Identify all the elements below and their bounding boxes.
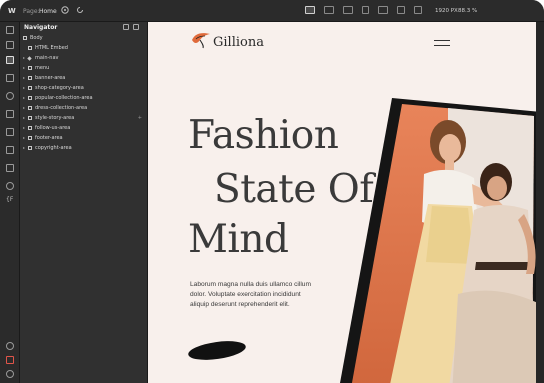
hero-image: [328, 94, 536, 383]
div-block-icon: [28, 106, 32, 110]
desktop-breakpoint-icon[interactable]: [305, 6, 315, 14]
chevron-right-icon[interactable]: ▸: [23, 103, 27, 113]
div-block-icon: [28, 86, 32, 90]
chevron-right-icon[interactable]: ▸: [23, 133, 27, 143]
page-selector[interactable]: Home: [39, 8, 57, 15]
mobile-portrait-icon[interactable]: [414, 6, 422, 14]
chevron-right-icon[interactable]: ▸: [23, 143, 27, 153]
chevron-right-icon[interactable]: ▸: [23, 93, 27, 103]
chevron-right-icon[interactable]: ▸: [23, 63, 27, 73]
div-block-icon: [28, 136, 32, 140]
page-label: Page:: [23, 8, 40, 15]
div-block-icon: [28, 126, 32, 130]
refresh-icon[interactable]: [76, 6, 84, 14]
div-block-icon: [28, 96, 32, 100]
tree-item-shop-category-area[interactable]: ▸ shop-category-area: [20, 83, 148, 93]
components-icon[interactable]: [6, 41, 14, 49]
chevron-right-icon[interactable]: ▸: [23, 73, 27, 83]
hero-heading-line-2[interactable]: State Of: [214, 170, 374, 209]
styles-icon[interactable]: [6, 164, 14, 172]
chevron-right-icon[interactable]: ▸: [23, 113, 27, 123]
large-breakpoint-icon[interactable]: [324, 6, 334, 14]
navigator-icon[interactable]: [6, 56, 14, 64]
laptop-breakpoint-icon[interactable]: [378, 6, 388, 14]
tree-item-main-nav[interactable]: ▸ main-nav: [20, 53, 148, 63]
tablet-breakpoint-icon[interactable]: [343, 6, 353, 14]
audit-icon[interactable]: [6, 356, 14, 364]
search-icon[interactable]: [6, 370, 14, 378]
component-icon: [27, 55, 32, 61]
pages-icon[interactable]: [6, 74, 14, 82]
cms-icon[interactable]: [6, 92, 14, 100]
div-block-icon: [28, 66, 32, 70]
settings-icon[interactable]: [6, 182, 14, 190]
tree-item-popular-collection-area[interactable]: ▸ popular-collection-area: [20, 93, 148, 103]
ecommerce-icon[interactable]: [6, 110, 14, 118]
tree-item-menu[interactable]: ▸ menu: [20, 63, 148, 73]
tree-item-footer-area[interactable]: ▸ footer-area: [20, 133, 148, 143]
chevron-right-icon[interactable]: ▸: [23, 123, 27, 133]
body-icon: [23, 36, 27, 40]
top-toolbar: W Page: Home 1920 PX 88.3 %: [0, 0, 544, 22]
add-child-icon[interactable]: +: [138, 113, 142, 123]
add-panel-icon[interactable]: [6, 26, 14, 34]
tree-item-copyright-area[interactable]: ▸ copyright-area: [20, 143, 148, 153]
code-icon[interactable]: {F: [6, 196, 14, 204]
assets-icon[interactable]: [6, 146, 14, 154]
webflow-logo[interactable]: W: [8, 7, 16, 15]
gilliona-logo-icon[interactable]: [190, 31, 212, 49]
hero-heading-line-3[interactable]: Mind: [188, 220, 289, 259]
users-icon[interactable]: [6, 128, 14, 136]
tree-item-banner-area[interactable]: ▸ banner-area: [20, 73, 148, 83]
phone-breakpoint-icon[interactable]: [397, 6, 405, 14]
tree-item-dress-collection-area[interactable]: ▸ dress-collection-area: [20, 103, 148, 113]
hero-paragraph[interactable]: Laborum magna nulla duis ullamco cillum …: [190, 280, 320, 310]
collapse-icon[interactable]: [123, 24, 129, 30]
design-canvas[interactable]: Gilliona Fashion State Of Mind Laborum m…: [148, 22, 536, 383]
tree-item-body[interactable]: Body: [20, 33, 148, 43]
navigator-title: Navigator: [24, 24, 58, 31]
tree-item-html-embed[interactable]: HTML Embed: [20, 43, 148, 53]
pin-panel-icon[interactable]: [133, 24, 139, 30]
navigator-panel: Navigator Body HTML Embed ▸ main-nav ▸ m…: [20, 22, 148, 383]
div-block-icon: [28, 76, 32, 80]
div-block-icon: [28, 146, 32, 150]
mobile-landscape-icon[interactable]: [362, 6, 369, 14]
div-block-icon: [28, 116, 32, 120]
chevron-right-icon[interactable]: ▸: [23, 83, 27, 93]
canvas-width: 1920 PX: [435, 8, 458, 14]
embed-icon: [28, 46, 32, 50]
window-edge: [536, 22, 544, 383]
brand-name[interactable]: Gilliona: [213, 35, 264, 50]
navigator-tree: Body HTML Embed ▸ main-nav ▸ menu ▸ bann…: [20, 33, 148, 153]
help-icon[interactable]: [6, 342, 14, 350]
hamburger-menu-icon[interactable]: [434, 40, 450, 46]
cta-shape[interactable]: [187, 338, 247, 363]
tree-item-style-story-area[interactable]: ▸ style-story-area +: [20, 113, 148, 123]
left-rail: {F: [0, 22, 20, 383]
tree-item-follow-us-area[interactable]: ▸ follow-us-area: [20, 123, 148, 133]
hero-heading-line-1[interactable]: Fashion: [188, 116, 339, 155]
app-window: W Page: Home 1920 PX 88.3 % {F Navigator…: [0, 0, 544, 383]
comment-icon[interactable]: [61, 6, 69, 14]
zoom-level[interactable]: 88.3 %: [458, 8, 477, 14]
